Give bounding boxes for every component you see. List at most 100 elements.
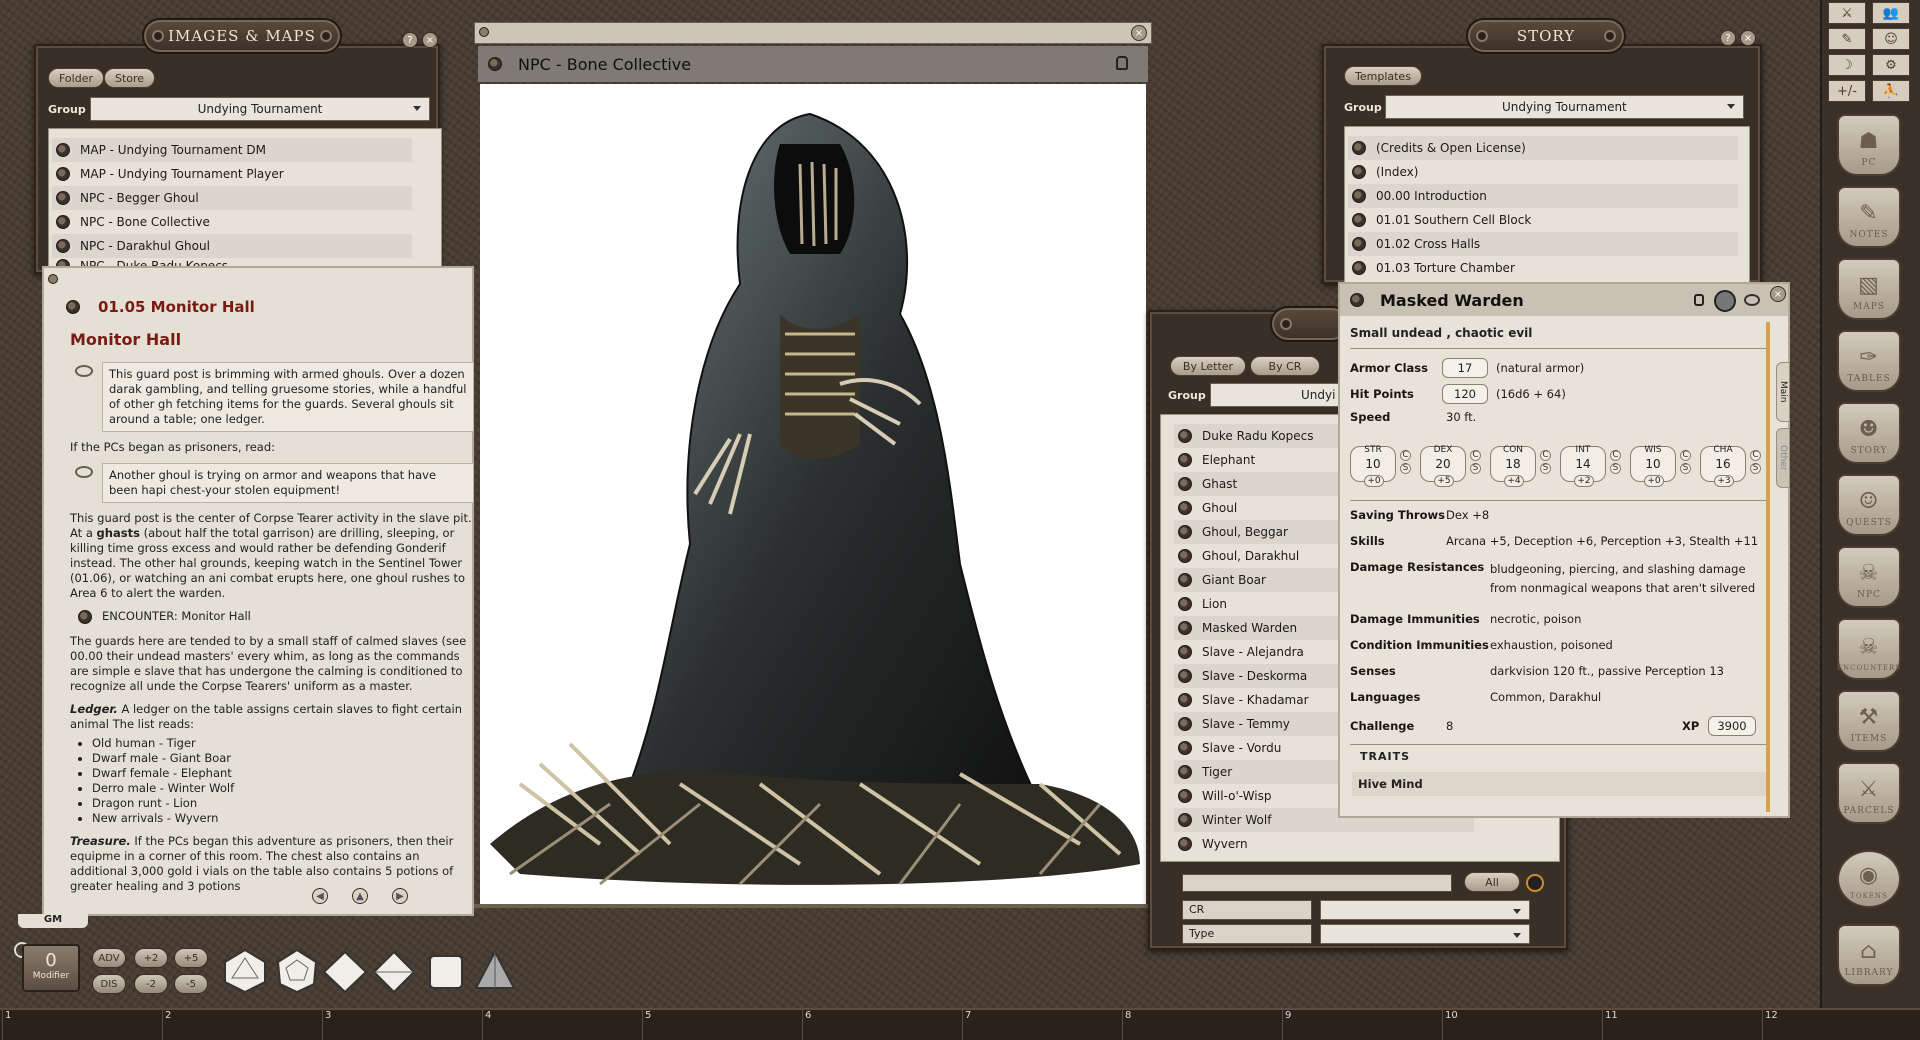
scrollbar[interactable] — [1766, 322, 1770, 812]
d10-icon[interactable] — [322, 950, 368, 994]
ability-str[interactable]: STR 10 +0 — [1350, 445, 1396, 487]
help-icon[interactable]: ? — [1720, 30, 1736, 46]
hotkey-slot[interactable]: 6 — [802, 1010, 962, 1040]
speech-bubble-icon[interactable] — [1744, 294, 1760, 306]
close-icon[interactable]: × — [1740, 30, 1756, 46]
ability-save-toggles[interactable]: CS — [1610, 450, 1622, 476]
d6-icon[interactable] — [428, 954, 464, 990]
ability-save-toggles[interactable]: CS — [1400, 450, 1412, 476]
sidebar-notes-button[interactable]: ✎ NOTES — [1837, 186, 1901, 248]
hit-points-field[interactable]: 120 — [1442, 384, 1488, 404]
list-item[interactable]: NPC - Begger Ghoul — [52, 186, 412, 210]
hotkey-slot[interactable]: 3 — [322, 1010, 482, 1040]
calendar-icon[interactable]: ☽ — [1828, 54, 1866, 76]
trait-row[interactable]: Hive Mind — [1352, 772, 1770, 796]
d12-icon[interactable] — [274, 948, 320, 994]
hotkey-slot[interactable]: 10 — [1442, 1010, 1602, 1040]
hotkey-slot[interactable]: 12 — [1762, 1010, 1918, 1040]
hotkey-slot[interactable]: 2 — [162, 1010, 322, 1040]
lock-icon[interactable] — [1116, 56, 1128, 70]
previous-icon[interactable]: ◀ — [312, 888, 328, 904]
sidebar-maps-button[interactable]: ▧ MAPS — [1837, 258, 1901, 320]
up-icon[interactable]: ▲ — [352, 888, 368, 904]
list-item[interactable]: MAP - Undying Tournament DM — [52, 138, 412, 162]
speech-bubble-icon[interactable] — [75, 365, 93, 377]
options-icon[interactable]: ⚙ — [1872, 54, 1910, 76]
hotkey-slot[interactable]: 5 — [642, 1010, 802, 1040]
list-item[interactable]: 00.00 Introduction — [1348, 184, 1738, 208]
tab-main[interactable]: Main — [1776, 362, 1790, 422]
notes-tool-icon[interactable]: ✎ — [1828, 28, 1866, 50]
effects-icon[interactable]: ⛹ — [1872, 80, 1910, 102]
ability-save-toggles[interactable]: CS — [1680, 450, 1692, 476]
next-icon[interactable]: ▶ — [392, 888, 408, 904]
sidebar-tokens-button[interactable]: ◉ TOKENS — [1837, 850, 1901, 908]
sidebar-pc-button[interactable]: ☗ PC — [1837, 114, 1901, 176]
combat-tracker-icon[interactable]: ⚔ — [1828, 2, 1866, 24]
hotkey-slot[interactable]: 1 — [2, 1010, 162, 1040]
hotkey-slot[interactable]: 11 — [1602, 1010, 1762, 1040]
ability-save-toggles[interactable]: CS — [1750, 450, 1762, 476]
minus2-button[interactable]: -2 — [134, 974, 168, 994]
d20-icon[interactable] — [222, 948, 268, 994]
sidebar-library-button[interactable]: ⌂ LIBRARY — [1837, 924, 1901, 986]
xp-field[interactable]: 3900 — [1708, 716, 1756, 736]
plus5-button[interactable]: +5 — [174, 948, 208, 968]
list-item[interactable]: Wyvern — [1174, 832, 1474, 856]
sidebar-items-button[interactable]: ⚒ ITEMS — [1837, 690, 1901, 752]
disadvantage-button[interactable]: DIS — [92, 974, 126, 994]
ability-wis[interactable]: WIS 10 +0 — [1630, 445, 1676, 487]
ability-save-toggles[interactable]: CS — [1470, 450, 1482, 476]
minus5-button[interactable]: -5 — [174, 974, 208, 994]
tab-other[interactable]: Other — [1776, 428, 1790, 488]
close-icon[interactable]: × — [1131, 25, 1147, 41]
store-button[interactable]: Store — [104, 68, 156, 88]
sidebar-parcels-button[interactable]: ⚔ PARCELS — [1837, 762, 1901, 824]
ability-int[interactable]: INT 14 +2 — [1560, 445, 1606, 487]
list-item[interactable]: (Index) — [1348, 160, 1738, 184]
advantage-button[interactable]: ADV — [92, 948, 126, 968]
sidebar-npc-button[interactable]: ☠ NPC — [1837, 546, 1901, 608]
hotkey-slot[interactable]: 8 — [1122, 1010, 1282, 1040]
d8-icon[interactable] — [372, 950, 416, 994]
ability-con[interactable]: CON 18 +4 — [1490, 445, 1536, 487]
ability-dex[interactable]: DEX 20 +5 — [1420, 445, 1466, 487]
list-item[interactable]: (Credits & Open License) — [1348, 136, 1738, 160]
list-item[interactable]: 01.02 Cross Halls — [1348, 232, 1738, 256]
hotkey-slot[interactable]: 7 — [962, 1010, 1122, 1040]
search-input[interactable] — [1182, 874, 1452, 892]
list-item[interactable]: 01.03 Torture Chamber — [1348, 256, 1738, 280]
by-cr-button[interactable]: By CR — [1250, 356, 1320, 376]
close-icon[interactable]: × — [422, 32, 438, 48]
sidebar-tables-button[interactable]: ✑ TABLES — [1837, 330, 1901, 392]
sidebar-quests-button[interactable]: ☺ QUESTS — [1837, 474, 1901, 536]
sidebar-story-button[interactable]: ☻ STORY — [1837, 402, 1901, 464]
plus2-button[interactable]: +2 — [134, 948, 168, 968]
list-item[interactable]: NPC - Bone Collective — [52, 210, 412, 234]
close-icon[interactable]: × — [1770, 286, 1786, 302]
token-portrait-icon[interactable] — [1714, 290, 1736, 312]
list-item[interactable]: 01.01 Southern Cell Block — [1348, 208, 1738, 232]
templates-button[interactable]: Templates — [1344, 66, 1422, 86]
cr-filter-dropdown[interactable] — [1320, 900, 1530, 920]
party-sheet-icon[interactable]: 👥 — [1872, 2, 1910, 24]
type-filter-dropdown[interactable] — [1320, 924, 1530, 944]
ability-cha[interactable]: CHA 16 +3 — [1700, 445, 1746, 487]
ability-save-toggles[interactable]: CS — [1540, 450, 1552, 476]
hotkey-slot[interactable]: 9 — [1282, 1010, 1442, 1040]
all-button[interactable]: All — [1464, 872, 1520, 892]
help-icon[interactable]: ? — [402, 32, 418, 48]
lock-icon[interactable] — [1694, 294, 1704, 306]
by-letter-button[interactable]: By Letter — [1170, 356, 1246, 376]
modifiers-icon[interactable]: +/- — [1828, 80, 1866, 102]
list-item[interactable]: NPC - Darakhul Ghoul — [52, 234, 412, 258]
encounter-link[interactable]: ENCOUNTER: Monitor Hall — [78, 609, 474, 624]
sidebar-encounters-button[interactable]: ☠ ENCOUNTERS — [1837, 618, 1901, 680]
armor-class-field[interactable]: 17 — [1442, 358, 1488, 378]
edit-icon[interactable] — [1526, 874, 1544, 892]
d4-icon[interactable] — [474, 950, 516, 992]
group-dropdown[interactable]: Undying Tournament — [1384, 95, 1744, 119]
speech-bubble-icon[interactable] — [75, 466, 93, 478]
group-dropdown[interactable]: Undying Tournament — [90, 97, 430, 121]
emote-icon[interactable]: ☺ — [1872, 28, 1910, 50]
